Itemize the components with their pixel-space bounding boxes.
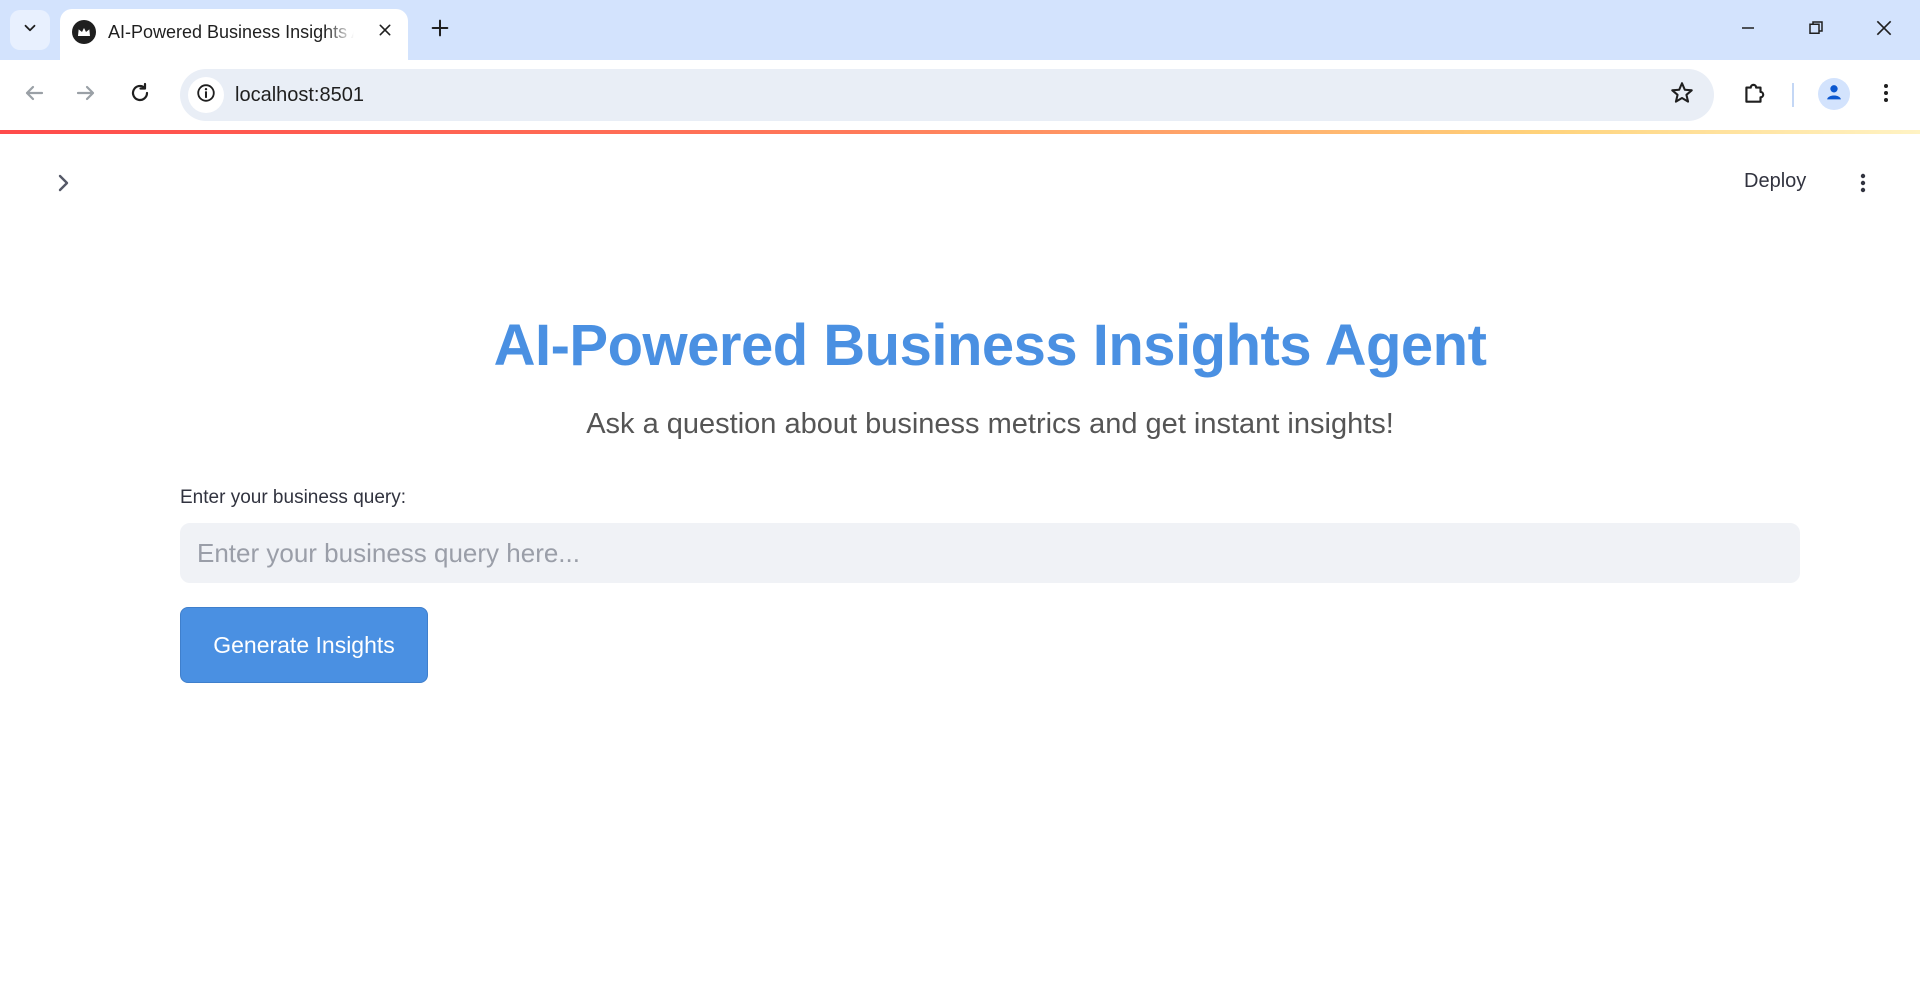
site-info-button[interactable] [188, 77, 224, 113]
extensions-button[interactable] [1734, 75, 1774, 115]
kebab-menu-icon [1874, 81, 1898, 110]
chevron-right-icon [51, 171, 75, 200]
info-icon [195, 82, 217, 109]
browser-menu-button[interactable] [1866, 75, 1906, 115]
window-minimize-button[interactable] [1724, 10, 1772, 50]
back-button[interactable] [14, 75, 54, 115]
chevron-down-icon [21, 19, 39, 42]
arrow-right-icon [74, 81, 98, 110]
page-subtitle: Ask a question about business metrics an… [586, 408, 1394, 440]
url-text: localhost:8501 [235, 84, 364, 106]
plus-icon [429, 17, 451, 44]
window-restore-button[interactable] [1792, 10, 1840, 50]
profile-button[interactable] [1818, 78, 1850, 110]
generate-insights-button[interactable]: Generate Insights [180, 607, 428, 683]
forward-button[interactable] [66, 75, 106, 115]
restore-icon [1807, 19, 1825, 42]
tab-search-button[interactable] [10, 10, 50, 50]
reload-button[interactable] [120, 75, 160, 115]
browser-tab-bar: AI-Powered Business Insights Agent [0, 0, 1920, 60]
tab-title: AI-Powered Business Insights Agent [108, 22, 354, 42]
close-icon [377, 22, 393, 43]
bookmark-button[interactable] [1668, 81, 1696, 109]
minimize-icon [1739, 19, 1757, 42]
tab-close-button[interactable] [374, 21, 396, 43]
business-query-input[interactable] [180, 523, 1800, 583]
person-icon [1823, 81, 1845, 108]
query-label: Enter your business query: [180, 487, 407, 508]
star-icon [1669, 80, 1695, 111]
address-bar[interactable]: localhost:8501 [180, 69, 1714, 121]
reload-icon [128, 81, 152, 110]
puzzle-icon [1741, 80, 1767, 111]
kebab-menu-icon [1851, 171, 1875, 200]
new-tab-button[interactable] [424, 14, 456, 46]
browser-toolbar: localhost:8501 [0, 60, 1920, 130]
arrow-left-icon [22, 81, 46, 110]
streamlit-app: Deploy AI-Powered Business Insights Agen… [0, 134, 1920, 1003]
page-title: AI-Powered Business Insights Agent [493, 313, 1487, 378]
streamlit-crown-icon [72, 20, 96, 44]
close-icon [1874, 18, 1894, 43]
toolbar-divider [1792, 83, 1794, 107]
window-close-button[interactable] [1860, 10, 1908, 50]
sidebar-expand-button[interactable] [46, 168, 80, 202]
deploy-button[interactable]: Deploy [1744, 170, 1806, 193]
browser-tab-active[interactable]: AI-Powered Business Insights Agent [60, 9, 408, 60]
app-menu-button[interactable] [1846, 168, 1880, 202]
